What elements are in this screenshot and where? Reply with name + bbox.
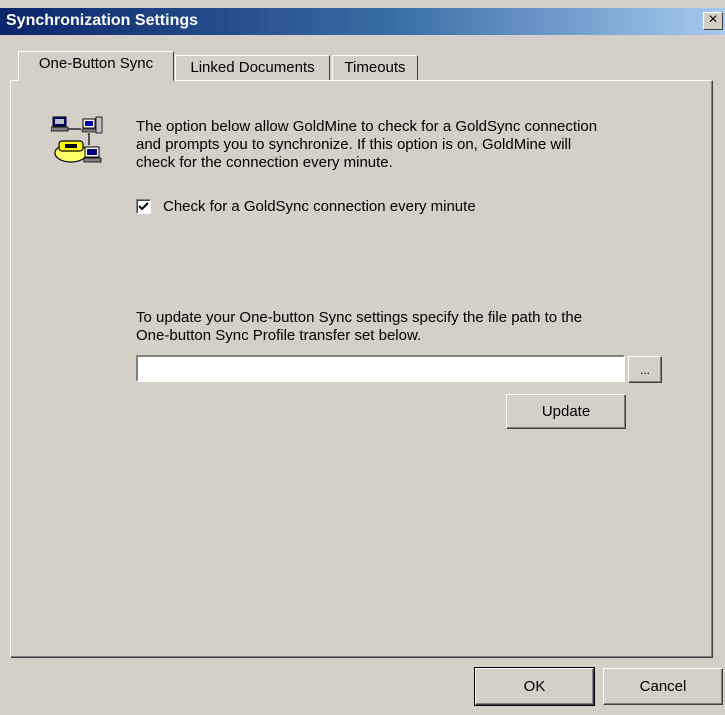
ok-button[interactable]: OK xyxy=(474,667,595,706)
close-button[interactable]: × xyxy=(703,12,723,30)
profile-path-description: To update your One-button Sync settings … xyxy=(136,309,583,344)
goldsync-check-label[interactable]: Check for a GoldSync connection every mi… xyxy=(163,198,476,215)
tab-label: One-Button Sync xyxy=(38,55,154,72)
browse-button[interactable]: ... xyxy=(628,356,662,383)
title-bar[interactable]: Synchronization Settings × xyxy=(0,8,725,35)
synchronization-settings-dialog: Synchronization Settings × One-Button Sy… xyxy=(0,0,725,715)
tab-timeouts[interactable]: Timeouts xyxy=(332,55,418,81)
network-sync-icon xyxy=(51,116,103,163)
tab-label: Timeouts xyxy=(344,59,406,76)
profile-path-input[interactable] xyxy=(136,355,625,382)
sync-description: The option below allow GoldMine to check… xyxy=(136,118,598,171)
cancel-button[interactable]: Cancel xyxy=(603,668,723,705)
tab-one-button-sync[interactable]: One-Button Sync xyxy=(18,51,174,81)
tab-panel-one-button-sync: The option below allow GoldMine to check… xyxy=(10,80,713,658)
update-button[interactable]: Update xyxy=(506,394,626,429)
tab-linked-documents[interactable]: Linked Documents xyxy=(175,55,330,81)
checkmark-icon xyxy=(138,202,149,211)
tab-label: Linked Documents xyxy=(190,59,315,76)
goldsync-check-checkbox[interactable] xyxy=(136,199,151,214)
dialog-title: Synchronization Settings xyxy=(6,12,199,29)
